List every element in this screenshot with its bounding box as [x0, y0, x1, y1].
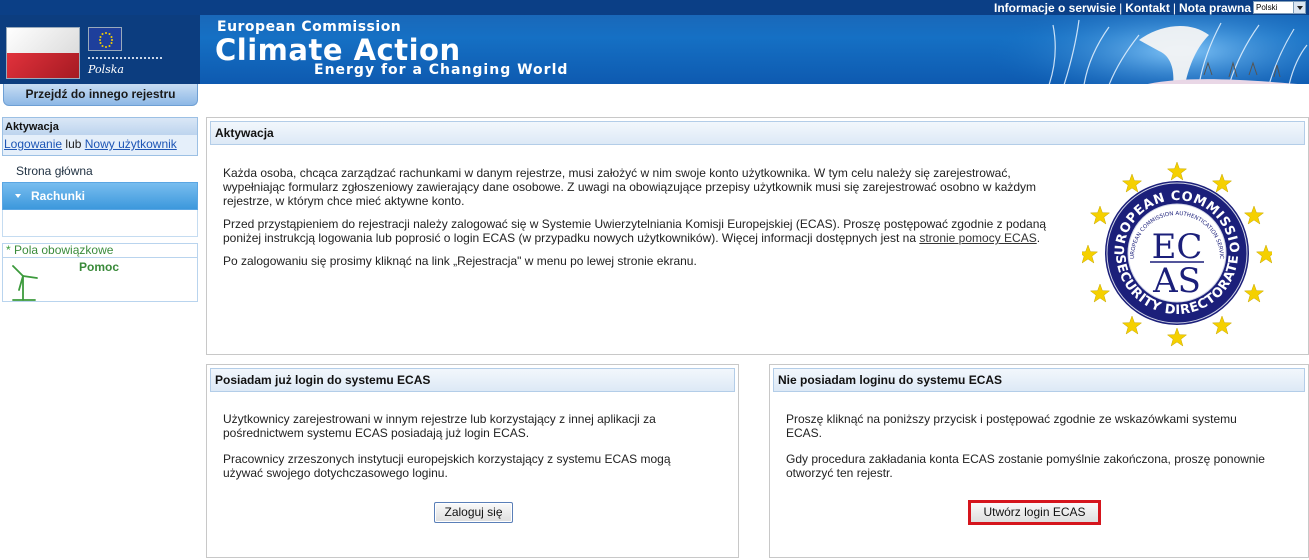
ecas-help-link[interactable]: stronie pomocy ECAS	[919, 231, 1036, 245]
divider	[88, 57, 162, 59]
panel-title: Posiadam już login do systemu ECAS	[210, 368, 735, 392]
sidebar-item-home[interactable]: Strona główna	[2, 156, 198, 182]
switch-registry-button[interactable]: Przejdź do innego rejestru	[3, 84, 198, 106]
have-login-text: Użytkownicy zarejestrowani w innym rejes…	[223, 412, 703, 492]
chevron-down-icon[interactable]	[1293, 2, 1305, 13]
mandatory-label: Pola obowiązkowe	[14, 243, 114, 257]
paragraph: Proszę kliknąć na poniższy przycisk i po…	[786, 412, 1237, 440]
no-login-panel: Nie posiadam loginu do systemu ECAS Pros…	[769, 364, 1309, 558]
country-name: Polska	[88, 63, 124, 76]
panel-title: Aktywacja	[210, 121, 1305, 145]
mandatory-fields-note: * Pola obowiązkowe	[2, 243, 198, 258]
asterisk-icon: *	[6, 243, 11, 257]
new-user-link[interactable]: Nowy użytkownik	[85, 137, 177, 151]
paragraph: Użytkownicy zarejestrowani w innym rejes…	[223, 412, 656, 440]
paragraph: Pracownicy zrzeszonych instytucji europe…	[223, 452, 671, 480]
login-links: Logowanie lub Nowy użytkownik	[3, 135, 197, 155]
header: Informacje o serwisie | Kontakt | Nota prawn…	[0, 0, 1309, 84]
logo-line-2: AS	[1152, 261, 1201, 301]
no-login-text: Proszę kliknąć na poniższy przycisk i po…	[786, 412, 1276, 492]
sidebar: Aktywacja Logowanie lub Nowy użytkownik …	[2, 117, 198, 302]
legal-notice-link[interactable]: Nota prawna	[1179, 1, 1251, 15]
sidebar-item-accounts[interactable]: Rachunki	[2, 182, 198, 210]
header-illustration	[989, 15, 1309, 84]
top-links: Informacje o serwisie | Kontakt | Nota prawn…	[994, 1, 1251, 15]
panel-title: Nie posiadam loginu do systemu ECAS	[773, 368, 1305, 392]
sidebar-item-label: Rachunki	[31, 189, 86, 203]
top-bar: Informacje o serwisie | Kontakt | Nota prawn…	[0, 0, 1309, 15]
paragraph-text: .	[1036, 231, 1041, 245]
activation-panel: Aktywacja Każda osoba, chcąca zarządzać …	[206, 117, 1309, 355]
create-login-highlight: Utwórz login ECAS	[968, 500, 1101, 525]
separator: |	[1119, 1, 1123, 15]
activation-nav-box: Aktywacja Logowanie lub Nowy użytkownik	[2, 117, 198, 156]
separator: |	[1172, 1, 1176, 15]
create-ecas-login-button[interactable]: Utwórz login ECAS	[971, 503, 1098, 522]
ecas-logo: EUROPEAN COMMISSION SECURITY DIRECTORATE…	[1082, 158, 1272, 347]
login-link[interactable]: Logowanie	[4, 137, 62, 151]
paragraph: Przed przystąpieniem do rejestracji nale…	[223, 217, 1063, 245]
login-button[interactable]: Zaloguj się	[434, 502, 513, 523]
eu-flag-icon	[88, 27, 122, 51]
polish-flag-icon	[6, 27, 80, 79]
or-text: lub	[65, 137, 82, 151]
site-info-link[interactable]: Informacje o serwisie	[994, 1, 1116, 15]
country-flag-box: Polska	[0, 15, 200, 84]
language-select[interactable]: Polski	[1253, 1, 1306, 14]
help-label: Pomoc	[79, 260, 120, 274]
tagline: Energy for a Changing World	[314, 62, 569, 78]
contact-link[interactable]: Kontakt	[1125, 1, 1170, 15]
paragraph: Gdy procedura zakładania konta ECAS zost…	[786, 452, 1265, 480]
language-value: Polski	[1256, 3, 1278, 12]
activation-nav-title: Aktywacja	[3, 118, 197, 135]
wind-turbine-icon	[12, 265, 38, 301]
have-login-panel: Posiadam już login do systemu ECAS Użytk…	[206, 364, 739, 558]
help-link[interactable]: Pomoc	[2, 258, 198, 302]
activation-text: Każda osoba, chcąca zarządzać rachunkami…	[223, 166, 1063, 277]
paragraph: Po zalogowaniu się prosimy kliknąć na li…	[223, 254, 697, 268]
paragraph: Każda osoba, chcąca zarządzać rachunkami…	[223, 166, 1037, 208]
accounts-panel	[2, 210, 198, 237]
chevron-down-icon	[15, 194, 21, 198]
